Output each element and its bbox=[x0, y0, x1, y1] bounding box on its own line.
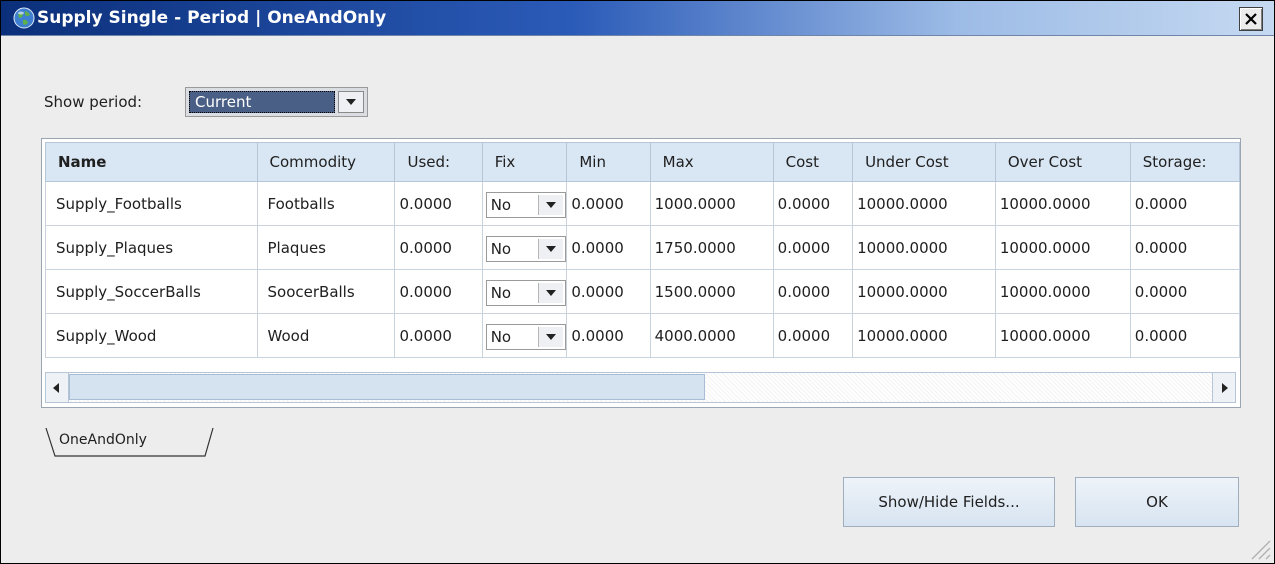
supply-single-dialog: Supply Single - Period | OneAndOnly Show… bbox=[0, 0, 1275, 564]
chevron-down-icon bbox=[545, 246, 556, 252]
cell-fix[interactable]: No bbox=[481, 269, 568, 314]
cell-over-cost[interactable]: 10000.0000 bbox=[994, 181, 1131, 226]
cell-used[interactable]: 0.0000 bbox=[394, 313, 483, 358]
arrow-left-icon bbox=[53, 383, 59, 393]
cell-commodity[interactable]: SoocerBalls bbox=[256, 269, 396, 314]
cell-under-cost[interactable]: 10000.0000 bbox=[852, 225, 996, 270]
fix-dropdown-button[interactable] bbox=[537, 195, 563, 215]
cell-fix[interactable]: No bbox=[481, 181, 568, 226]
cell-commodity[interactable]: Plaques bbox=[256, 225, 396, 270]
fix-dropdown[interactable]: No bbox=[485, 192, 566, 218]
cell-max[interactable]: 4000.0000 bbox=[649, 313, 774, 358]
period-dropdown-button[interactable] bbox=[338, 91, 364, 113]
fix-value: No bbox=[490, 284, 512, 302]
fix-dropdown[interactable]: No bbox=[485, 236, 566, 262]
globe-icon bbox=[13, 7, 35, 29]
fix-dropdown[interactable]: No bbox=[485, 324, 566, 350]
cell-under-cost[interactable]: 10000.0000 bbox=[852, 313, 996, 358]
cell-min[interactable]: 0.0000 bbox=[566, 225, 651, 270]
fix-value: No bbox=[490, 196, 512, 214]
cell-fix[interactable]: No bbox=[481, 313, 568, 358]
cell-name[interactable]: Supply_Footballs bbox=[45, 181, 258, 226]
cell-min[interactable]: 0.0000 bbox=[566, 181, 651, 226]
cell-name[interactable]: Supply_Wood bbox=[45, 313, 258, 358]
cell-cost[interactable]: 0.0000 bbox=[772, 313, 854, 358]
column-header-fix[interactable]: Fix bbox=[481, 142, 568, 182]
table-row[interactable]: Supply_Plaques Plaques 0.0000 No 0.0000 … bbox=[45, 225, 1240, 270]
tab-label: OneAndOnly bbox=[59, 432, 147, 448]
cell-used[interactable]: 0.0000 bbox=[394, 225, 483, 270]
cell-storage[interactable]: 0.0000 bbox=[1129, 225, 1240, 270]
cell-used[interactable]: 0.0000 bbox=[394, 181, 483, 226]
fix-dropdown-button[interactable] bbox=[537, 239, 563, 259]
column-header-commodity[interactable]: Commodity bbox=[256, 142, 396, 182]
cell-storage[interactable]: 0.0000 bbox=[1129, 181, 1240, 226]
scroll-right-button[interactable] bbox=[1212, 373, 1235, 402]
column-header-storage[interactable]: Storage: bbox=[1129, 142, 1240, 182]
table-header-row: Name Commodity Used: Fix Min Max Cost Un… bbox=[45, 142, 1240, 182]
cell-fix[interactable]: No bbox=[481, 225, 568, 270]
window-title: Supply Single - Period | OneAndOnly bbox=[37, 8, 387, 28]
column-header-min[interactable]: Min bbox=[566, 142, 651, 182]
cell-commodity[interactable]: Wood bbox=[256, 313, 396, 358]
fix-dropdown-button[interactable] bbox=[537, 327, 563, 347]
fix-value: No bbox=[490, 240, 512, 258]
cell-max[interactable]: 1500.0000 bbox=[649, 269, 774, 314]
close-icon bbox=[1245, 13, 1257, 25]
table-row[interactable]: Supply_Footballs Footballs 0.0000 No 0.0… bbox=[45, 181, 1240, 226]
cell-over-cost[interactable]: 10000.0000 bbox=[994, 313, 1131, 358]
show-period-label: Show period: bbox=[44, 93, 143, 111]
cell-cost[interactable]: 0.0000 bbox=[772, 181, 854, 226]
fix-dropdown-button[interactable] bbox=[537, 283, 563, 303]
cell-min[interactable]: 0.0000 bbox=[566, 269, 651, 314]
cell-cost[interactable]: 0.0000 bbox=[772, 225, 854, 270]
show-hide-fields-button[interactable]: Show/Hide Fields... bbox=[843, 477, 1055, 527]
chevron-down-icon bbox=[545, 290, 556, 296]
cell-under-cost[interactable]: 10000.0000 bbox=[852, 269, 996, 314]
chevron-down-icon bbox=[545, 202, 556, 208]
scroll-thumb[interactable] bbox=[69, 374, 705, 400]
close-button[interactable] bbox=[1239, 7, 1263, 31]
column-header-under-cost[interactable]: Under Cost bbox=[852, 142, 996, 182]
cell-used[interactable]: 0.0000 bbox=[394, 269, 483, 314]
chevron-down-icon bbox=[545, 334, 556, 340]
table-row[interactable]: Supply_SoccerBalls SoocerBalls 0.0000 No… bbox=[45, 269, 1240, 314]
fix-dropdown[interactable]: No bbox=[485, 280, 566, 306]
title-bar[interactable]: Supply Single - Period | OneAndOnly bbox=[1, 1, 1274, 36]
column-header-max[interactable]: Max bbox=[649, 142, 774, 182]
cell-max[interactable]: 1750.0000 bbox=[649, 225, 774, 270]
column-header-used[interactable]: Used: bbox=[394, 142, 483, 182]
cell-over-cost[interactable]: 10000.0000 bbox=[994, 225, 1131, 270]
supply-table: Name Commodity Used: Fix Min Max Cost Un… bbox=[41, 138, 1241, 408]
period-selected-value[interactable]: Current bbox=[189, 91, 335, 113]
period-dropdown[interactable]: Current bbox=[185, 87, 368, 117]
cell-under-cost[interactable]: 10000.0000 bbox=[852, 181, 996, 226]
tab-oneandonly[interactable]: OneAndOnly bbox=[45, 427, 215, 459]
cell-name[interactable]: Supply_Plaques bbox=[45, 225, 258, 270]
cell-storage[interactable]: 0.0000 bbox=[1129, 269, 1240, 314]
chevron-down-icon bbox=[346, 99, 356, 105]
column-header-cost[interactable]: Cost bbox=[772, 142, 854, 182]
resize-grip-icon[interactable] bbox=[1242, 531, 1272, 561]
horizontal-scrollbar[interactable] bbox=[45, 372, 1236, 403]
scroll-left-button[interactable] bbox=[46, 373, 69, 402]
table-row[interactable]: Supply_Wood Wood 0.0000 No 0.0000 4000.0… bbox=[45, 313, 1240, 358]
cell-max[interactable]: 1000.0000 bbox=[649, 181, 774, 226]
cell-commodity[interactable]: Footballs bbox=[256, 181, 396, 226]
cell-name[interactable]: Supply_SoccerBalls bbox=[45, 269, 258, 314]
column-header-over-cost[interactable]: Over Cost bbox=[994, 142, 1131, 182]
cell-min[interactable]: 0.0000 bbox=[566, 313, 651, 358]
fix-value: No bbox=[490, 328, 512, 346]
ok-button[interactable]: OK bbox=[1075, 477, 1239, 527]
column-header-name[interactable]: Name bbox=[45, 142, 258, 182]
cell-over-cost[interactable]: 10000.0000 bbox=[994, 269, 1131, 314]
arrow-right-icon bbox=[1222, 383, 1228, 393]
cell-cost[interactable]: 0.0000 bbox=[772, 269, 854, 314]
cell-storage[interactable]: 0.0000 bbox=[1129, 313, 1240, 358]
